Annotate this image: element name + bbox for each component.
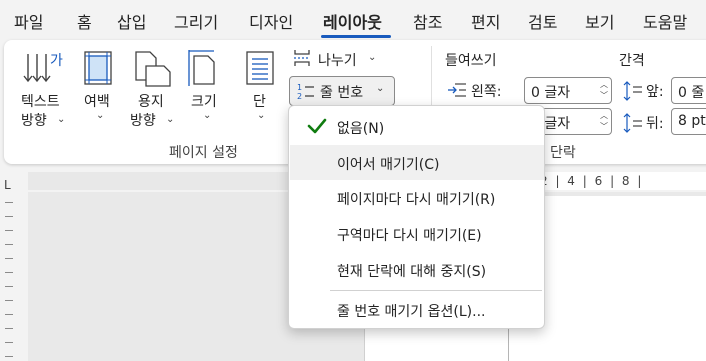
text-direction-label-2: 방향 [21,113,47,129]
chevron-down-icon[interactable]: ⌄ [166,114,174,125]
line-numbers-icon: 1 2 [296,81,316,101]
menu-item-none[interactable]: 없음(N) [290,109,544,144]
menu-item-label: 줄 번호 매기기 옵션(L)... [337,304,486,320]
line-numbers-button[interactable]: 1 2 줄 번호 ⌄ [289,76,395,106]
spin-arrows-icon[interactable]: ︿ ﹀ [600,110,608,132]
text-direction-label-1: 텍스트 [21,94,60,110]
tab-references[interactable]: 참조 [413,9,442,33]
tab-help[interactable]: 도움말 [643,9,687,33]
tab-draw[interactable]: 그리기 [174,9,218,33]
tab-home[interactable]: 홈 [77,9,92,33]
menu-item-line-numbering-options[interactable]: 줄 번호 매기기 옵션(L)... [290,292,544,327]
spacing-before-value: 0 줄 [678,85,705,101]
indent-left-label: 왼쪽: [471,84,502,100]
indent-left-value: 0 글자 [531,85,571,101]
menu-item-label: 없음(N) [337,121,385,137]
menu-item-restart-each-page[interactable]: 페이지마다 다시 매기기(R) [290,180,544,215]
margins-label: 여백 [84,94,110,110]
menu-item-label: 이어서 매기기(C) [337,157,440,173]
spacing-after-input[interactable]: 8 pt [671,108,706,135]
spacing-after-icon [622,112,644,134]
spacing-after-label: 뒤: [646,116,664,132]
spacing-after-value: 8 pt [678,113,706,129]
page-setup-group-title: 페이지 설정 [169,145,238,161]
svg-text:1: 1 [297,83,302,92]
tab-layout[interactable]: 레이아웃 [323,9,382,33]
menu-item-suppress-paragraph[interactable]: 현재 단락에 대해 중지(S) [290,252,544,287]
menu-item-label: 현재 단락에 대해 중지(S) [337,264,487,280]
active-tab-indicator [321,35,391,38]
size-icon[interactable] [186,48,220,88]
orientation-icon[interactable] [132,50,174,88]
chevron-down-icon[interactable]: ⌄ [203,110,211,121]
breaks-icon[interactable] [292,48,312,68]
menu-item-label: 구역마다 다시 매기기(E) [337,228,482,244]
svg-text:가: 가 [50,53,63,69]
menu-item-restart-each-section[interactable]: 구역마다 다시 매기기(E) [290,216,544,251]
orientation-label-1: 용지 [138,94,164,110]
chevron-down-icon: ⌄ [376,83,385,94]
tab-design[interactable]: 디자인 [249,9,293,33]
tab-view[interactable]: 보기 [585,9,614,33]
menu-item-continuous[interactable]: 이어서 매기기(C) [290,145,544,180]
tab-selector[interactable]: L [4,178,11,192]
breaks-label[interactable]: 나누기 [318,50,357,70]
vertical-ruler[interactable] [5,196,15,361]
spacing-title: 간격 [619,53,645,69]
menu-item-label: 페이지마다 다시 매기기(R) [337,192,496,208]
tab-file[interactable]: 파일 [14,9,43,33]
chevron-down-icon[interactable]: ⌄ [57,114,65,125]
tab-insert[interactable]: 삽입 [117,9,146,33]
tab-mailings[interactable]: 편지 [471,9,500,33]
chevron-down-icon[interactable]: ⌄ [96,110,104,121]
checkmark-icon [306,115,328,137]
paragraph-group-title: 단락 [550,145,576,161]
spacing-before-icon [622,80,644,102]
size-label: 크기 [191,94,217,110]
indent-left-input[interactable]: 0 글자 ︿ ﹀ [524,77,612,104]
columns-icon[interactable] [244,50,276,86]
line-numbers-menu: 없음(N) 이어서 매기기(C) 페이지마다 다시 매기기(R) 구역마다 다시… [288,105,545,329]
spacing-before-label: 앞: [646,84,664,100]
spin-arrows-icon[interactable]: ︿ ﹀ [600,79,608,101]
spacing-before-input[interactable]: 0 줄 [671,77,706,104]
svg-text:2: 2 [297,92,302,101]
tab-review[interactable]: 검토 [528,9,557,33]
margins-icon[interactable] [82,50,116,86]
columns-label: 단 [253,94,266,110]
chevron-down-icon[interactable]: ⌄ [368,52,376,63]
text-direction-icon[interactable]: 가 [22,48,64,88]
indent-title: 들여쓰기 [445,53,497,69]
ruler-marks: 2 | 4 | 6 | 8 | [540,174,644,188]
line-numbers-label: 줄 번호 [320,85,364,101]
chevron-down-icon[interactable]: ⌄ [257,110,265,121]
indent-left-icon [447,82,467,98]
ribbon-tab-bar: 파일 홈 삽입 그리기 디자인 레이아웃 참조 편지 검토 보기 도움말 [0,0,706,40]
menu-separator [330,290,542,291]
orientation-label-2: 방향 [130,113,156,129]
